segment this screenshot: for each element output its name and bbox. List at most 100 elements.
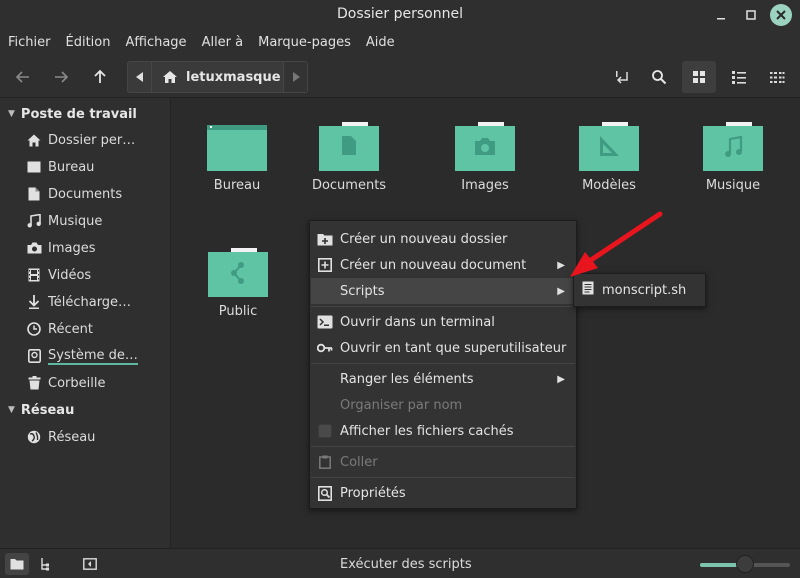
menu-item-label: Afficher les fichiers cachés (340, 423, 514, 439)
menu-separator (311, 477, 575, 478)
menu-aide[interactable]: Aide (358, 30, 402, 56)
sidebar-item-musique[interactable]: Musique (26, 210, 102, 232)
menu-item-label: Organiser par nom (340, 397, 463, 413)
menu-affichage[interactable]: Affichage (117, 30, 193, 56)
sidebar-item-images[interactable]: Images (26, 237, 96, 259)
folder-label: Bureau (213, 178, 261, 193)
sidebar-item-dossier-personnel[interactable]: Dossier per… (26, 129, 135, 151)
folder-share-icon (208, 248, 268, 297)
show-places-button[interactable] (5, 553, 29, 575)
compact-view-button[interactable] (760, 61, 794, 93)
folder-modeles[interactable]: Modèles (554, 122, 664, 193)
menu-item-scripts[interactable]: Scripts ▶ (311, 278, 575, 304)
menu-item-organize-by-name[interactable]: Organiser par nom (311, 392, 575, 418)
sidebar-item-bureau[interactable]: Bureau (26, 156, 94, 178)
folder-documents[interactable]: Documents (294, 122, 404, 193)
menu-item-label: Propriétés (340, 485, 406, 501)
sidebar-item-documents[interactable]: Documents (26, 183, 122, 205)
minimize-button[interactable] (711, 5, 731, 25)
status-text: Exécuter des scripts (340, 557, 472, 572)
toolbar: letuxmasque (0, 56, 800, 98)
show-treeview-button[interactable] (35, 553, 59, 575)
folder-template-icon (579, 122, 639, 171)
menu-fichier[interactable]: Fichier (0, 30, 58, 56)
close-button[interactable] (770, 4, 792, 26)
menu-aller-a[interactable]: Aller à (194, 30, 251, 56)
sidebar-item-systeme-de-fichiers[interactable]: Système de… (26, 345, 138, 367)
sidebar-item-label: Images (48, 240, 96, 256)
folder-label: Modèles (582, 178, 636, 193)
menu-separator (311, 446, 575, 447)
location-entry-icon (616, 71, 628, 84)
up-button[interactable] (85, 63, 115, 91)
path-bar: letuxmasque (127, 61, 308, 93)
menu-item-show-hidden-files[interactable]: Afficher les fichiers cachés (311, 418, 575, 444)
sidebar-item-recent[interactable]: Récent (26, 318, 93, 340)
sidebar-item-telechargements[interactable]: Télécharge… (26, 291, 131, 313)
menu-item-properties[interactable]: Propriétés (311, 480, 575, 506)
menu-edition[interactable]: Édition (58, 30, 118, 56)
sidebar-item-label: Système de… (48, 347, 138, 365)
path-scroll-right-button[interactable] (283, 62, 307, 92)
menu-item-paste[interactable]: Coller (311, 449, 575, 475)
camera-icon (26, 240, 42, 256)
window-title: Dossier personnel (336, 6, 463, 22)
sidebar-section-reseau[interactable]: ▼ Réseau (8, 400, 74, 420)
search-button[interactable] (642, 61, 676, 93)
zoom-slider-handle[interactable] (736, 555, 754, 573)
forward-button[interactable] (46, 63, 76, 91)
close-icon (776, 10, 786, 20)
folder-documents-icon (319, 122, 379, 171)
folder-music-icon (703, 122, 763, 171)
folder-small-icon (10, 559, 24, 570)
sidebar-item-label: Documents (48, 186, 123, 202)
folder-camera-icon (455, 122, 515, 171)
checkbox-icon (317, 423, 333, 439)
folder-images[interactable]: Images (430, 122, 540, 193)
sidebar-item-corbeille[interactable]: Corbeille (26, 372, 105, 394)
menu-item-open-as-root[interactable]: Ouvrir en tant que superutilisateur (311, 335, 575, 361)
menu-item-label: Ouvrir dans un terminal (340, 314, 495, 330)
folder-label: Documents (311, 178, 387, 193)
sidebar-item-reseau[interactable]: Réseau (26, 426, 95, 448)
maximize-button[interactable] (741, 5, 761, 25)
network-icon (26, 429, 42, 445)
folder-bureau[interactable]: Bureau (182, 122, 292, 193)
sidebar-toggle-icon (83, 558, 97, 570)
list-view-button[interactable] (722, 61, 756, 93)
desktop-icon (26, 159, 42, 175)
menu-item-create-folder[interactable]: Créer un nouveau dossier (311, 226, 575, 252)
home-icon (26, 132, 42, 148)
arrow-right-icon (55, 71, 69, 83)
menu-item-label: Scripts (340, 283, 385, 299)
back-button[interactable] (8, 63, 38, 91)
path-crumb-home[interactable]: letuxmasque (152, 70, 281, 85)
menu-item-arrange-items[interactable]: Ranger les éléments ▶ (311, 366, 575, 392)
film-icon (26, 267, 42, 283)
icon-view-button[interactable] (682, 61, 716, 93)
menu-item-label: Créer un nouveau document (340, 257, 527, 273)
home-icon (163, 71, 177, 83)
expander-down-icon: ▼ (8, 405, 15, 415)
sidebar: ▼ Poste de travail Dossier per… Bureau D… (0, 98, 171, 548)
folder-public[interactable]: Public (183, 248, 293, 319)
expander-down-icon: ▼ (8, 109, 15, 119)
search-icon (652, 70, 667, 85)
sidebar-item-label: Réseau (48, 429, 96, 445)
path-scroll-left-button[interactable] (128, 62, 152, 92)
sidebar-item-videos[interactable]: Vidéos (26, 264, 91, 286)
chevron-left-icon (135, 72, 143, 82)
menu-marque-pages[interactable]: Marque-pages (250, 30, 358, 56)
key-icon (317, 340, 333, 356)
menu-item-create-document[interactable]: Créer un nouveau document ▶ (311, 252, 575, 278)
menu-item-label: Ouvrir en tant que superutilisateur (340, 340, 567, 356)
menu-separator (311, 306, 575, 307)
sidebar-section-poste-de-travail[interactable]: ▼ Poste de travail (8, 104, 137, 124)
folder-musique[interactable]: Musique (678, 122, 788, 193)
toggle-location-entry-button[interactable] (605, 61, 639, 93)
menu-item-open-terminal[interactable]: Ouvrir dans un terminal (311, 309, 575, 335)
folder-label: Musique (705, 178, 761, 193)
clipboard-icon (317, 454, 333, 470)
hide-sidebar-button[interactable] (78, 553, 102, 575)
folder-label: Images (461, 178, 509, 193)
